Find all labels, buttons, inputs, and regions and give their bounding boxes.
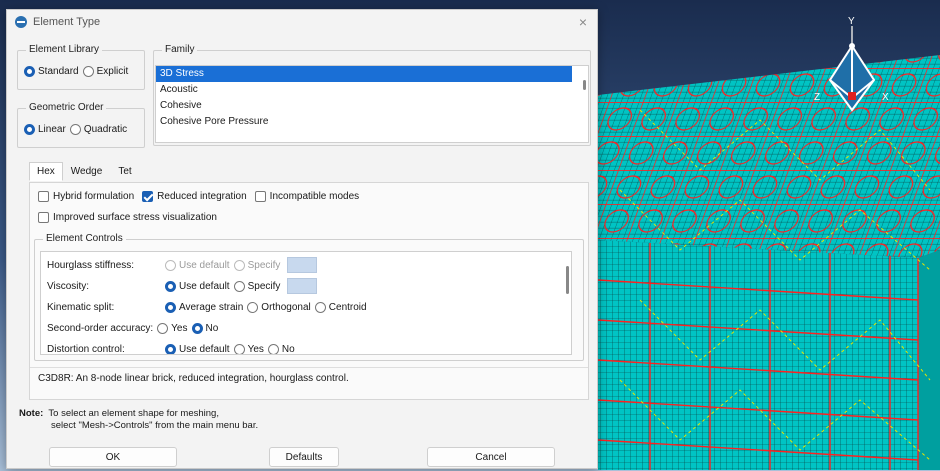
incompatible-modes-label: Incompatible modes [269, 191, 360, 202]
triad-x-label: X [882, 92, 889, 103]
hourglass-specify-label: Specify [247, 259, 281, 271]
distortion-no-radio[interactable]: No [267, 343, 295, 355]
element-description-text: C3D8R: An 8-node linear brick, reduced i… [38, 373, 349, 384]
reduced-integration-label: Reduced integration [157, 191, 247, 202]
hourglass-row: Hourglass stiffness: Use default Specify [47, 257, 318, 273]
kinematic-average-radio[interactable]: Average strain [165, 301, 244, 313]
viscosity-label: Viscosity: [47, 280, 90, 292]
second-order-no-label: No [205, 322, 219, 334]
element-type-dialog: Element Type × Element Library Standard … [6, 9, 598, 469]
viscosity-value-field[interactable] [287, 278, 318, 294]
library-explicit-radio[interactable]: Explicit [82, 66, 129, 77]
viscosity-default-radio[interactable]: Use default [165, 280, 230, 292]
hourglass-default-radio[interactable]: Use default [165, 259, 230, 271]
family-label: Family [162, 44, 198, 55]
hybrid-label: Hybrid formulation [53, 191, 135, 202]
reduced-integration-checkbox[interactable] [142, 191, 154, 202]
family-list[interactable]: 3D Stress Acoustic Cohesive Cohesive Por… [155, 65, 589, 143]
incompatible-modes-checkbox[interactable] [254, 191, 266, 202]
note-line-2: select "Mesh->Controls" from the main me… [51, 420, 259, 431]
tab-tet[interactable]: Tet [110, 162, 139, 181]
hybrid-checkbox[interactable] [38, 191, 49, 202]
family-scrollbar[interactable] [583, 80, 586, 90]
library-standard-radio[interactable]: Standard [24, 66, 79, 77]
second-order-yes-radio[interactable]: Yes [157, 322, 188, 334]
dialog-titlebar[interactable]: Element Type × [7, 10, 597, 34]
hourglass-default-label: Use default [179, 259, 230, 271]
shape-tabs: Hex Wedge Tet [29, 162, 140, 181]
order-quadratic-label: Quadratic [83, 124, 128, 135]
distortion-default-radio[interactable]: Use default [165, 343, 230, 355]
element-controls-scrollbar[interactable] [566, 266, 569, 294]
distortion-yes-radio[interactable]: Yes [233, 343, 264, 355]
kinematic-orthogonal-label: Orthogonal [261, 301, 311, 313]
geometric-order-label: Geometric Order [26, 102, 107, 113]
geometric-order-group: Geometric Order Linear Quadratic [17, 102, 145, 148]
improved-stress-label: Improved surface stress visualization [53, 212, 217, 223]
kinematic-centroid-radio[interactable]: Centroid [314, 301, 367, 313]
distortion-yes-label: Yes [247, 343, 264, 355]
second-order-label: Second-order accuracy: [47, 322, 154, 334]
triad-y-label: Y [848, 16, 855, 27]
ok-button[interactable]: OK [49, 447, 177, 467]
hourglass-label: Hourglass stiffness: [47, 259, 135, 271]
element-description: C3D8R: An 8-node linear brick, reduced i… [38, 373, 349, 384]
family-item[interactable]: 3D Stress [156, 66, 572, 82]
distortion-label: Distortion control: [47, 343, 125, 355]
tab-wedge[interactable]: Wedge [63, 162, 111, 181]
order-linear-label: Linear [38, 124, 66, 135]
close-icon[interactable]: × [579, 14, 587, 30]
viscosity-specify-radio[interactable]: Specify [233, 280, 281, 292]
second-order-no-radio[interactable]: No [191, 322, 219, 334]
kinematic-label: Kinematic split: [47, 301, 115, 313]
library-explicit-label: Explicit [96, 66, 129, 77]
improved-stress-checkbox[interactable] [38, 212, 49, 223]
kinematic-centroid-label: Centroid [328, 301, 367, 313]
family-item[interactable]: Cohesive [156, 98, 572, 114]
order-linear-radio[interactable]: Linear [24, 124, 66, 135]
hex-tab-panel: Hybrid formulation Reduced integration I… [29, 182, 589, 400]
dialog-title: Element Type [33, 16, 101, 28]
viscosity-specify-label: Specify [247, 280, 281, 292]
element-type-icon [15, 16, 27, 28]
distortion-row: Distortion control: Use default Yes No [47, 341, 299, 355]
second-order-yes-label: Yes [171, 322, 188, 334]
view-triad: Y Z X [810, 16, 900, 120]
order-quadratic-radio[interactable]: Quadratic [69, 124, 128, 135]
family-item[interactable]: Cohesive Pore Pressure [156, 114, 572, 130]
cancel-button[interactable]: Cancel [427, 447, 555, 467]
note-label: Note: [19, 408, 44, 419]
note-line-1: To select an element shape for meshing, [48, 408, 219, 419]
note-block: Note: To select an element shape for mes… [19, 408, 258, 432]
distortion-no-label: No [281, 343, 295, 355]
distortion-default-label: Use default [179, 343, 230, 355]
element-library-group: Element Library Standard Explicit [17, 44, 145, 90]
family-item[interactable]: Acoustic [156, 82, 572, 98]
hourglass-specify-radio[interactable]: Specify [233, 259, 281, 271]
second-order-row: Second-order accuracy: Yes No [47, 320, 222, 336]
triad-z-label: Z [814, 92, 821, 103]
hourglass-value-field[interactable] [287, 257, 318, 273]
defaults-button[interactable]: Defaults [269, 447, 339, 467]
kinematic-average-label: Average strain [179, 301, 244, 313]
element-controls-list: Hourglass stiffness: Use default Specify… [40, 251, 572, 355]
element-controls-label: Element Controls [43, 233, 126, 244]
element-library-label: Element Library [26, 44, 103, 55]
tab-hex[interactable]: Hex [29, 162, 63, 181]
kinematic-orthogonal-radio[interactable]: Orthogonal [247, 301, 311, 313]
library-standard-label: Standard [38, 66, 79, 77]
viscosity-default-label: Use default [179, 280, 230, 292]
viscosity-row: Viscosity: Use default Specify [47, 278, 318, 294]
kinematic-row: Kinematic split: Average strain Orthogon… [47, 299, 371, 315]
